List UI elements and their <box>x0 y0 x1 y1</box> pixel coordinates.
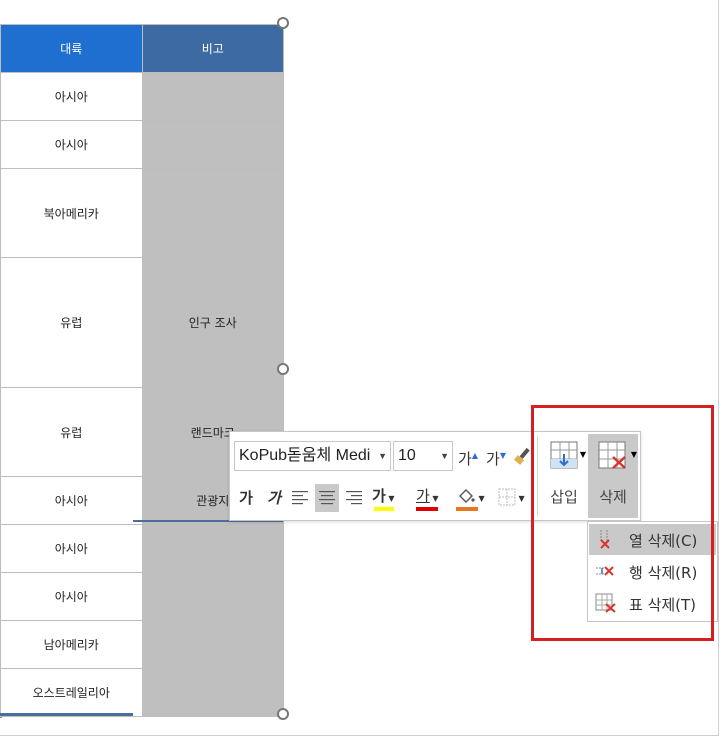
shrink-font-button[interactable]: 가▼ <box>484 442 508 470</box>
highlight-icon: 가 <box>372 487 386 505</box>
bold-button[interactable]: 가 <box>234 484 258 512</box>
font-size-box[interactable]: 10 ▼ <box>393 441 453 471</box>
font-color-button[interactable]: 가 ▼ <box>416 482 448 511</box>
table-cell-continent[interactable]: 북아메리카 <box>0 168 143 258</box>
resize-handle-middle[interactable] <box>277 363 289 375</box>
table-row: 아시아 <box>0 572 284 621</box>
table-header-row: 대륙 비고 <box>0 24 284 73</box>
annotation-highlight-box <box>531 405 714 641</box>
font-color-swatch <box>416 507 438 511</box>
table-cell-note[interactable] <box>141 120 284 169</box>
chevron-down-icon[interactable]: ▼ <box>516 494 525 503</box>
align-center-icon <box>319 491 335 505</box>
table-cell-note[interactable] <box>141 72 284 121</box>
table-cell-note[interactable] <box>141 668 284 717</box>
font-size-value: 10 <box>398 447 416 464</box>
table-cell-continent[interactable]: 아시아 <box>0 524 143 573</box>
font-color-icon: 가 <box>416 487 430 505</box>
table-cell-note[interactable]: 인구 조사 <box>141 257 284 388</box>
table-cell-continent[interactable]: 유럽 <box>0 387 143 477</box>
shrink-font-label: 가 <box>486 450 500 468</box>
chevron-down-icon[interactable]: ▼ <box>378 442 387 470</box>
table-row: 유럽 인구 조사 <box>0 257 284 388</box>
table-row: 북아메리카 <box>0 168 284 258</box>
document-table[interactable]: 대륙 비고 아시아 아시아 북아메리카 유럽 인구 조사 유럽 랜드마크 아시아 관광… <box>0 24 284 717</box>
header-continent[interactable]: 대륙 <box>0 24 143 73</box>
grow-font-label: 가 <box>458 450 472 468</box>
table-row: 오스트레일리아 <box>0 668 284 717</box>
bold-label: 가 <box>239 489 253 507</box>
align-center-button[interactable] <box>315 484 339 512</box>
resize-handle-top[interactable] <box>277 17 289 29</box>
align-right-button[interactable] <box>342 484 366 512</box>
align-right-icon <box>346 491 362 505</box>
italic-label: 가 <box>267 489 281 507</box>
borders-button[interactable]: ▼ <box>498 482 530 510</box>
shading-color-swatch <box>456 507 478 511</box>
table-cell-continent[interactable]: 유럽 <box>0 257 143 388</box>
align-left-icon <box>292 491 308 505</box>
highlight-button[interactable]: 가 ▼ <box>372 482 404 511</box>
resize-handle-bottom[interactable] <box>277 708 289 720</box>
table-cell-continent[interactable]: 남아메리카 <box>0 620 143 669</box>
align-left-button[interactable] <box>288 484 312 512</box>
grow-font-button[interactable]: 가▲ <box>456 442 480 470</box>
header-note[interactable]: 비고 <box>141 24 284 73</box>
table-cell-continent[interactable]: 아시아 <box>0 120 143 169</box>
font-name-box[interactable]: KoPub돋움체 Medi ▼ <box>234 441 391 471</box>
table-cell-continent[interactable]: 오스트레일리아 <box>0 668 143 717</box>
decrease-arrow-icon: ▼ <box>499 451 506 460</box>
highlight-color-swatch <box>374 507 394 511</box>
table-cell-continent[interactable]: 아시아 <box>0 72 143 121</box>
table-row: 아시아 <box>0 72 284 121</box>
chevron-down-icon[interactable]: ▼ <box>440 442 449 470</box>
table-cell-note[interactable] <box>141 524 284 573</box>
chevron-down-icon[interactable]: ▼ <box>476 494 485 503</box>
borders-grid-icon <box>498 488 516 505</box>
chevron-down-icon[interactable]: ▼ <box>386 494 394 503</box>
paint-bucket-icon <box>459 488 475 503</box>
italic-button[interactable]: 가 <box>262 484 286 512</box>
table-row: 아시아 <box>0 120 284 169</box>
shading-button[interactable]: ▼ <box>456 482 490 511</box>
font-name-value: KoPub돋움체 Medi <box>239 447 371 464</box>
increase-arrow-icon: ▲ <box>471 451 478 460</box>
table-cell-continent[interactable]: 아시아 <box>0 476 143 525</box>
table-cell-note[interactable] <box>141 168 284 258</box>
table-row: 남아메리카 <box>0 620 284 669</box>
table-cell-note[interactable] <box>141 620 284 669</box>
chevron-down-icon[interactable]: ▼ <box>430 494 438 503</box>
table-bottom-rule <box>0 713 133 716</box>
table-row: 아시아 <box>0 524 284 573</box>
table-cell-continent[interactable]: 아시아 <box>0 572 143 621</box>
table-cell-note[interactable] <box>141 572 284 621</box>
